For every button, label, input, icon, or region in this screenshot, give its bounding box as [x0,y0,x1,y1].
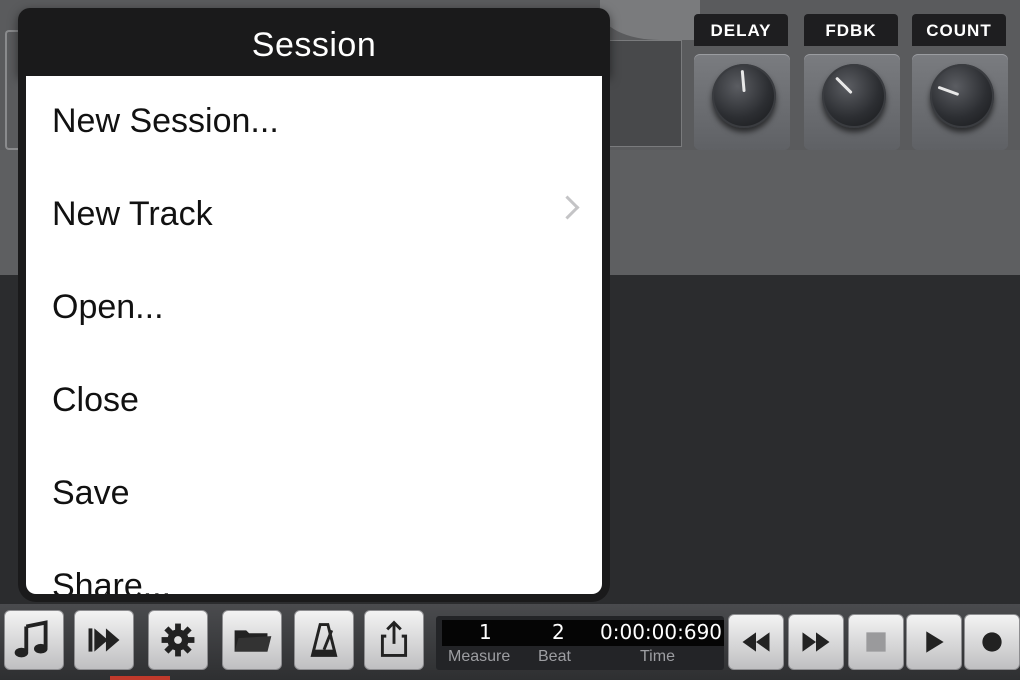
measure-value: 1 [479,620,492,644]
session-menu: New Session... New Track Open... Close S… [26,76,602,594]
delay-knob-panel: DELAY FDBK COUNT [688,14,1020,150]
files-button[interactable] [222,610,282,670]
menu-item-share[interactable]: Share... [26,541,602,594]
menu-item-label: Save [52,474,130,512]
menu-item-label: Share... [52,567,172,594]
menu-item-save[interactable]: Save [26,448,602,541]
measure-label: Measure [448,648,511,665]
record-button[interactable] [964,614,1020,670]
fast-forward-button[interactable] [788,614,844,670]
stop-button[interactable] [848,614,904,670]
bottom-toolbar: 1 2 0:00:00:690 Measure Beat Time [0,604,1020,680]
popover-title: Session [251,26,377,64]
beat-value: 2 [552,620,565,644]
rewind-icon [742,632,770,652]
delay-knob[interactable] [712,64,776,128]
tracks-button[interactable] [74,610,134,670]
folder-icon [234,630,272,652]
count-knob-pointer [937,85,960,97]
menu-item-label: Open... [52,288,164,326]
metronome-icon [310,623,338,657]
fdbk-knob-bed [804,54,900,150]
fdbk-knob[interactable] [822,64,886,128]
fdbk-knob-pointer [835,76,853,95]
session-popover-header: Session [18,8,610,76]
rewind-button[interactable] [728,614,784,670]
menu-item-open[interactable]: Open... [26,262,602,355]
delay-knob-bed [694,54,790,150]
metronome-button[interactable] [294,610,354,670]
delay-knob-pointer [740,69,746,93]
count-knob-bed [912,54,1008,150]
music-note-icon [14,620,48,658]
gear-icon [161,623,195,657]
stop-icon [866,632,886,652]
active-indicator [110,676,170,680]
menu-item-label: Close [52,381,139,419]
time-value: 0:00:00:690 [600,620,723,644]
time-label: Time [640,648,675,665]
fast-forward-icon [802,632,830,652]
beat-label: Beat [538,648,571,665]
export-button[interactable] [364,610,424,670]
record-icon [982,632,1002,652]
share-icon [380,620,408,657]
menu-item-new-track[interactable]: New Track [26,169,602,262]
count-knob[interactable] [930,64,994,128]
position-counter: 1 2 0:00:00:690 Measure Beat Time [436,616,724,670]
chevron-right-icon [555,195,580,220]
menu-item-label: New Track [52,195,213,233]
play-icon [926,631,944,653]
fdbk-knob-cell: FDBK [798,14,900,150]
fdbk-knob-label: FDBK [804,14,898,46]
fast-forward-track-icon [88,628,120,652]
menu-item-close[interactable]: Close [26,355,602,448]
menu-item-label: New Session... [52,102,279,140]
instrument-button[interactable] [4,610,64,670]
count-knob-label: COUNT [912,14,1006,46]
settings-button[interactable] [148,610,208,670]
delay-knob-label: DELAY [694,14,788,46]
play-button[interactable] [906,614,962,670]
middle-panel-frame [600,40,682,147]
count-knob-cell: COUNT [906,14,1008,150]
delay-knob-cell: DELAY [688,14,790,150]
menu-item-new-session[interactable]: New Session... [26,76,602,169]
